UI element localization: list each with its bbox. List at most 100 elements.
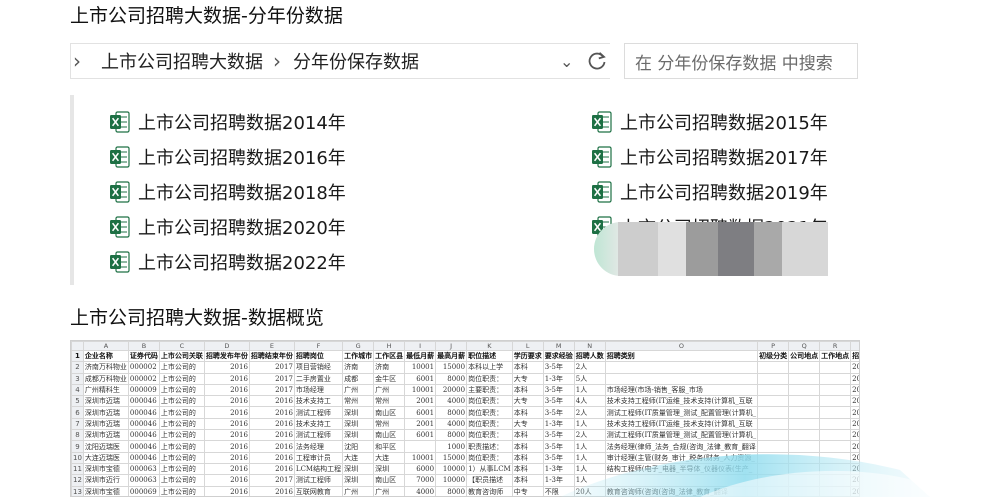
table-cell[interactable] — [819, 417, 852, 431]
table-cell[interactable]: 1-3年 — [542, 474, 575, 487]
table-cell[interactable]: 15000 — [435, 451, 468, 464]
table-cell[interactable] — [819, 372, 852, 385]
table-cell[interactable]: 2016 — [203, 451, 250, 464]
table-cell[interactable]: 1人 — [573, 462, 606, 476]
table-cell[interactable] — [819, 474, 852, 487]
table-cell[interactable]: 上市公司的 — [158, 474, 205, 487]
table-cell[interactable]: 深圳市宝德 — [82, 485, 129, 496]
table-cell[interactable]: 2016-06-18 20 — [850, 451, 859, 464]
column-letter[interactable]: K — [466, 341, 513, 351]
table-cell[interactable]: 深圳 — [342, 474, 375, 487]
table-cell[interactable]: 2人 — [573, 406, 606, 419]
table-cell[interactable] — [604, 372, 759, 385]
table-cell[interactable]: 2016 — [203, 395, 250, 408]
table-cell[interactable]: 大专 — [511, 372, 544, 385]
row-number[interactable]: 6 — [71, 406, 84, 419]
table-cell[interactable]: 1人 — [573, 417, 606, 431]
table-cell[interactable]: 2016-07-12 20 — [850, 406, 859, 419]
table-cell[interactable]: 2016 — [203, 485, 250, 496]
column-letter[interactable]: F — [293, 341, 344, 351]
row-number[interactable]: 4 — [71, 383, 84, 397]
table-cell[interactable]: 金牛区 — [373, 372, 406, 385]
table-cell[interactable] — [757, 440, 790, 453]
table-cell[interactable]: 主要职责： — [466, 383, 513, 397]
table-cell[interactable]: 2016-12-19 20 — [850, 372, 859, 385]
row-number[interactable]: 13 — [71, 485, 84, 496]
table-cell[interactable]: 公司地点 — [788, 349, 821, 363]
table-cell[interactable]: 上市公司的 — [158, 372, 205, 385]
table-cell[interactable]: 技术支持工 — [293, 417, 344, 431]
column-letter[interactable]: B — [127, 341, 160, 351]
table-cell[interactable]: 深圳 — [342, 429, 375, 442]
table-cell[interactable]: 二手房置业 — [293, 372, 344, 385]
table-cell[interactable]: 本科 — [511, 429, 544, 442]
table-cell[interactable] — [819, 485, 852, 496]
table-cell[interactable]: 2人 — [573, 361, 606, 374]
table-cell[interactable]: 2016 — [203, 383, 250, 397]
table-cell[interactable] — [757, 372, 790, 385]
row-number[interactable]: 3 — [71, 372, 84, 385]
table-cell[interactable]: 深圳市迈行 — [82, 474, 129, 487]
table-cell[interactable]: 济南万科物业 — [82, 361, 129, 374]
table-cell[interactable]: 6001 — [404, 372, 437, 385]
table-cell[interactable]: 本科 — [511, 440, 544, 453]
table-cell[interactable]: 上市公司的 — [158, 395, 205, 408]
table-cell[interactable]: 2016 — [248, 485, 295, 496]
table-cell[interactable]: 测试工程师 — [293, 429, 344, 442]
table-cell[interactable]: 4000 — [435, 395, 468, 408]
table-cell[interactable]: 1000 — [435, 440, 468, 453]
table-cell[interactable]: 深圳市宝德 — [82, 462, 129, 476]
table-cell[interactable]: 3-5年 — [542, 383, 575, 397]
table-cell[interactable]: 市场经理 — [293, 383, 344, 397]
table-cell[interactable]: 大连 — [373, 451, 406, 464]
table-cell[interactable]: 2001 — [404, 417, 437, 431]
file-item-right[interactable]: 上市公司招聘数据2019年 — [592, 178, 828, 206]
column-letter[interactable]: H — [373, 341, 406, 351]
row-number[interactable]: 10 — [71, 451, 84, 464]
table-cell[interactable]: 本科 — [511, 462, 544, 476]
search-input[interactable]: 在 分年份保存数据 中搜索 — [624, 43, 858, 79]
table-cell[interactable] — [819, 451, 852, 464]
table-cell[interactable]: 岗位职责： — [466, 417, 513, 431]
corner-cell[interactable] — [71, 341, 84, 351]
table-cell[interactable]: 技术支持工程师(IT运维_技术支持(计算机_互联 — [604, 395, 759, 408]
table-cell[interactable] — [788, 451, 821, 464]
table-cell[interactable]: 法务经理(律师_法务_合规(咨询_法律_教育_翻译 — [604, 440, 759, 453]
table-cell[interactable] — [819, 383, 852, 397]
table-cell[interactable] — [788, 429, 821, 442]
file-item-left[interactable]: 上市公司招聘数据2022年 — [110, 248, 346, 276]
table-cell[interactable]: 招聘人数 — [573, 349, 606, 363]
chevron-down-icon[interactable]: ⌄ — [560, 52, 573, 71]
row-number[interactable]: 1 — [71, 349, 84, 363]
table-cell[interactable]: 1人 — [573, 451, 606, 464]
table-cell[interactable] — [788, 406, 821, 419]
table-cell[interactable]: 教育咨询师(咨询(咨询_法律_教育_翻译 — [604, 485, 759, 496]
table-cell[interactable]: 广州 — [342, 485, 375, 496]
table-cell[interactable] — [757, 361, 790, 374]
column-letter[interactable]: D — [203, 341, 250, 351]
table-cell[interactable]: 工作区县 — [373, 349, 406, 363]
table-cell[interactable]: 工程审计员 — [293, 451, 344, 464]
table-cell[interactable]: 2016-08-11 20 — [850, 417, 859, 431]
table-cell[interactable]: 职责描述： — [466, 440, 513, 453]
row-number[interactable]: 11 — [71, 462, 84, 476]
table-cell[interactable]: 3-5年 — [542, 440, 575, 453]
table-cell[interactable]: 常州 — [342, 395, 375, 408]
table-cell[interactable]: 1-3年 — [542, 372, 575, 385]
file-item-left[interactable]: 上市公司招聘数据2018年 — [110, 178, 346, 206]
table-cell[interactable]: 3-5年 — [542, 451, 575, 464]
table-cell[interactable] — [788, 474, 821, 487]
column-letter[interactable]: N — [573, 341, 606, 351]
table-cell[interactable]: 2016-07-12 20 — [850, 383, 859, 397]
table-cell[interactable]: 证券代码 — [127, 349, 160, 363]
table-cell[interactable]: 8000 — [435, 372, 468, 385]
table-cell[interactable]: 测试工程师 — [293, 406, 344, 419]
table-cell[interactable]: 000063 — [127, 474, 160, 487]
table-cell[interactable]: 测试工程师(IT质量管理_测试_配置管理(计算机_ — [604, 429, 759, 442]
table-cell[interactable]: 上市公司的 — [158, 440, 205, 453]
row-number[interactable]: 9 — [71, 440, 84, 453]
table-cell[interactable] — [788, 383, 821, 397]
table-cell[interactable]: 3-5年 — [542, 429, 575, 442]
table-cell[interactable]: 沈阳 — [342, 440, 375, 453]
table-cell[interactable]: 深圳市迈瑞 — [82, 429, 129, 442]
